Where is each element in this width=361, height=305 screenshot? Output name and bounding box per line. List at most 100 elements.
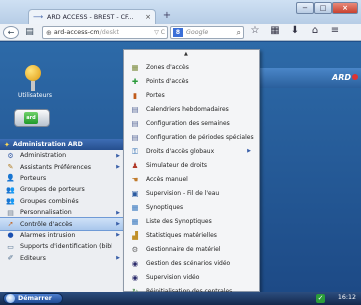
- start-menu-item-label: Groupes de porteurs: [20, 186, 85, 194]
- url-bar[interactable]: ⊕ ard-access-cm/deskt ▽ C: [42, 26, 168, 39]
- back-arrow-icon[interactable]: ←: [3, 25, 19, 39]
- wand-icon: ✎: [7, 163, 14, 172]
- hardware-icon: ⚙: [131, 244, 139, 254]
- submenu-item[interactable]: ⚿ Droits d'accès globaux ▶: [124, 144, 259, 158]
- calendar-icon: ▤: [131, 132, 139, 142]
- taskbar: Démarrer ✓ 16:12: [0, 292, 361, 305]
- tab-title: ARD ACCESS - BREST - CF...: [47, 13, 134, 21]
- alarm-icon: ●: [7, 231, 14, 240]
- submenu-scroll-up-icon[interactable]: ▲: [184, 51, 188, 57]
- monitor-icon: ▣: [131, 188, 139, 198]
- bookmarks-icon[interactable]: ▦: [268, 25, 282, 36]
- submenu-item[interactable]: ▦ Synoptiques: [124, 200, 259, 214]
- submenu-item-label: Simulateur de droits: [146, 161, 208, 169]
- submenu-item[interactable]: ▣ Supervision - Fil de l'eau: [124, 186, 259, 200]
- people-icon: 👥: [6, 197, 15, 206]
- search-box[interactable]: 8 Google ⌕: [170, 26, 244, 39]
- submenu-item[interactable]: ☚ Accès manuel: [124, 172, 259, 186]
- url-host: ard-access-cm: [53, 29, 100, 36]
- window-minimize-button[interactable]: −: [296, 2, 314, 14]
- new-tab-button[interactable]: +: [160, 11, 174, 23]
- start-label: Démarrer: [18, 295, 52, 302]
- submenu-arrow-icon: ▶: [116, 255, 120, 262]
- settings-icon: ⚙: [7, 151, 14, 160]
- door-icon: ➚: [7, 220, 14, 229]
- submenu-item[interactable]: ▤ Configuration des semaines: [124, 116, 259, 130]
- start-menu-title: Administration ARD: [12, 141, 83, 148]
- submenu-item[interactable]: ▤ Calendriers hebdomadaires: [124, 102, 259, 116]
- url-path: /deskt: [99, 29, 119, 36]
- submenu-item-label: Liste des Synoptiques: [146, 217, 212, 225]
- search-icon[interactable]: ⌕: [237, 28, 241, 38]
- users-desktop-icon[interactable]: Utilisateurs: [18, 65, 52, 99]
- start-menu-item[interactable]: ● Alarmes intrusion ▶: [0, 230, 124, 241]
- start-menu-item[interactable]: ⚙ Administration ▶: [0, 150, 124, 161]
- brand-logo: ARD: [332, 73, 351, 82]
- submenu-item-label: Supervision vidéo: [146, 273, 200, 281]
- tray-check-icon[interactable]: ✓: [316, 294, 325, 303]
- zone-icon: ▦: [131, 62, 139, 72]
- submenu-item[interactable]: ▮ Portes: [124, 88, 259, 102]
- start-menu-item[interactable]: 👥 Groupes combinés: [0, 196, 124, 207]
- submenu-item-label: Synoptiques: [146, 203, 184, 211]
- submenu-item-label: Gestionnaire de matériel: [146, 245, 221, 253]
- calendar-icon: ▤: [131, 118, 139, 128]
- submenu-item-label: Configuration des semaines: [146, 119, 230, 127]
- start-menu-item-label: Supports d'identification (bibl: [20, 243, 112, 251]
- person-icon: 👤: [6, 174, 15, 183]
- submenu-item-label: Calendriers hebdomadaires: [146, 105, 229, 113]
- google-icon[interactable]: 8: [173, 28, 183, 37]
- submenu-arrow-icon: ▶: [116, 152, 120, 159]
- submenu-item[interactable]: ◉ Supervision vidéo: [124, 270, 259, 284]
- brand-bar: ARD: [255, 68, 361, 88]
- start-orb-icon: [6, 294, 15, 303]
- submenu-item[interactable]: ▦ Zones d'accès: [124, 60, 259, 74]
- download-icon[interactable]: ⬇: [288, 25, 302, 36]
- people-icon: 👥: [6, 185, 15, 194]
- start-menu-item-label: Alarmes intrusion: [20, 231, 76, 239]
- submenu-item[interactable]: ♟ Simulateur de droits: [124, 158, 259, 172]
- start-menu-item[interactable]: ▤ Personnalisation ▶: [0, 207, 124, 218]
- start-menu-item[interactable]: ✐ Éditeurs ▶: [0, 253, 124, 264]
- submenu-item-label: Droits d'accès globaux: [146, 147, 215, 155]
- submenu-item[interactable]: ▟ Statistiques matérielles: [124, 228, 259, 242]
- card-icon: ▭: [7, 242, 14, 251]
- submenu-item[interactable]: ▤ Configuration de périodes spéciales: [124, 130, 259, 144]
- start-menu-item[interactable]: ▭ Supports d'identification (bibl: [0, 241, 124, 252]
- globe-icon: ⊕: [46, 28, 52, 37]
- browser-tab[interactable]: ⟶ ARD ACCESS - BREST - CF... ×: [28, 9, 156, 24]
- submenu-item-label: Gestion des scénarios vidéo: [146, 259, 231, 267]
- submenu-item[interactable]: ⚙ Gestionnaire de matériel: [124, 242, 259, 256]
- url-dropdown-icon[interactable]: ▽ C: [154, 29, 165, 36]
- chart-icon: ▟: [132, 230, 138, 240]
- window-close-button[interactable]: ×: [332, 2, 358, 14]
- start-menu-item[interactable]: 👤 Porteurs: [0, 173, 124, 184]
- camera-icon: ◉: [131, 258, 139, 268]
- submenu-item[interactable]: ◉ Gestion des scénarios vidéo: [124, 256, 259, 270]
- tab-close-icon[interactable]: ×: [145, 13, 151, 21]
- start-menu-item[interactable]: ✎ Assistants Préférences ▶: [0, 161, 124, 172]
- simulator-icon: ♟: [131, 160, 139, 170]
- access-control-submenu: ▲ ▦ Zones d'accès ✚ Points d'accès ▮ Portes ▤ C…: [123, 49, 260, 296]
- users-pin-icon: [25, 65, 41, 81]
- menu-icon[interactable]: ≡: [328, 25, 342, 36]
- start-button[interactable]: Démarrer: [3, 293, 63, 304]
- users-label: Utilisateurs: [18, 92, 52, 99]
- submenu-item[interactable]: ▦ Liste des Synoptiques: [124, 214, 259, 228]
- window-maximize-button[interactable]: □: [314, 2, 332, 14]
- submenu-item-label: Configuration de périodes spéciales: [146, 133, 254, 141]
- reader-icon[interactable]: ▤: [23, 27, 36, 37]
- start-menu-item[interactable]: 👥 Groupes de porteurs: [0, 184, 124, 195]
- bookmark-star-icon[interactable]: ☆: [248, 25, 262, 36]
- door-icon: ▮: [132, 90, 138, 100]
- start-menu-item[interactable]: ➚ Contrôle d'accès ▶: [0, 217, 125, 231]
- camera-icon: ◉: [131, 272, 139, 282]
- submenu-item[interactable]: ✚ Points d'accès: [124, 74, 259, 88]
- hand-icon: ☚: [131, 174, 139, 184]
- submenu-arrow-icon: ▶: [116, 209, 120, 216]
- start-menu-item-label: Administration: [20, 152, 67, 160]
- home-icon[interactable]: ⌂: [308, 25, 322, 36]
- submenu-arrow-icon: ▶: [247, 148, 251, 154]
- start-menu-item-label: Éditeurs: [20, 254, 46, 262]
- ard-app-icon[interactable]: ard: [14, 109, 50, 127]
